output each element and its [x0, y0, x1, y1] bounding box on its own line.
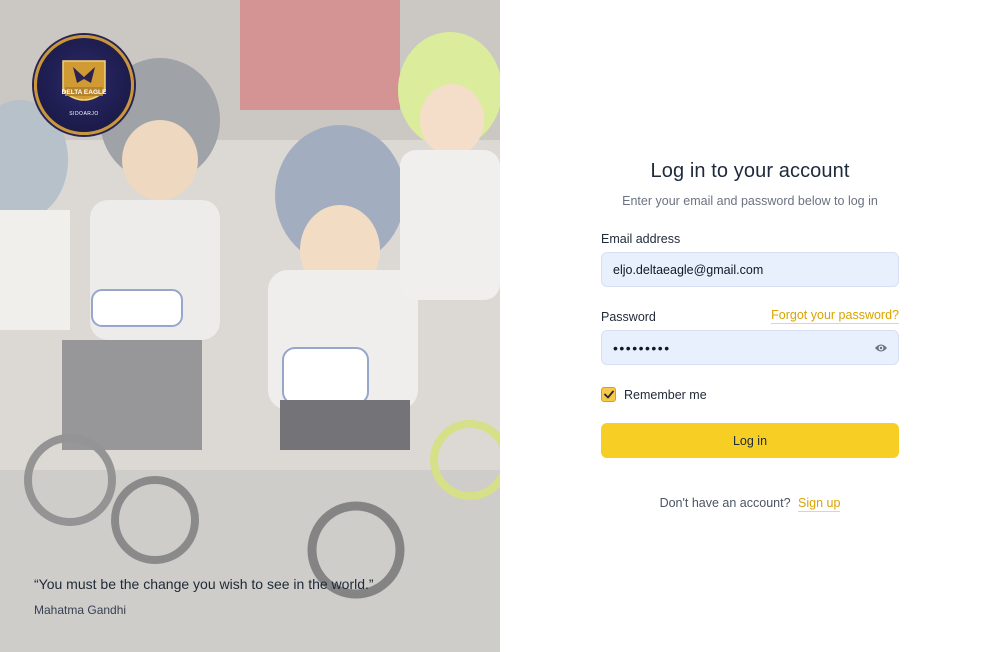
signup-row: Don't have an account? Sign up — [601, 496, 899, 512]
eye-icon[interactable] — [874, 342, 888, 354]
quote-author: Mahatma Gandhi — [34, 603, 127, 617]
signup-link[interactable]: Sign up — [798, 496, 841, 512]
email-field-wrapper — [601, 252, 899, 287]
password-label-row: Password Forgot your password? — [601, 308, 899, 324]
brand-logo: DELTA EAGLE SIDOARJO — [34, 35, 134, 135]
logo-text: DELTA EAGLE — [62, 89, 107, 96]
password-field[interactable] — [613, 339, 887, 356]
forgot-password-link[interactable]: Forgot your password? — [771, 308, 899, 324]
remember-me-label: Remember me — [624, 387, 707, 402]
logo-subtext: SIDOARJO — [69, 111, 99, 117]
eagle-crest-icon: DELTA EAGLE — [62, 60, 107, 101]
remember-me-checkbox[interactable] — [601, 387, 616, 402]
checkmark-icon — [603, 390, 614, 399]
remember-me-row: Remember me — [601, 387, 899, 402]
login-panel: Log in to your account Enter your email … — [500, 0, 1000, 652]
page-subtitle: Enter your email and password below to l… — [622, 194, 878, 208]
email-field[interactable] — [613, 262, 887, 277]
password-field-wrapper — [601, 330, 899, 365]
page-title: Log in to your account — [650, 160, 850, 182]
password-label: Password — [601, 310, 656, 324]
email-label: Email address — [601, 232, 681, 246]
login-form: Log in to your account Enter your email … — [601, 160, 899, 512]
signup-prompt: Don't have an account? — [659, 496, 791, 510]
hero-quote: “You must be the change you wish to see … — [34, 576, 374, 592]
login-button[interactable]: Log in — [601, 423, 899, 458]
hero-panel: DELTA EAGLE SIDOARJO “You must be the ch… — [0, 0, 500, 652]
